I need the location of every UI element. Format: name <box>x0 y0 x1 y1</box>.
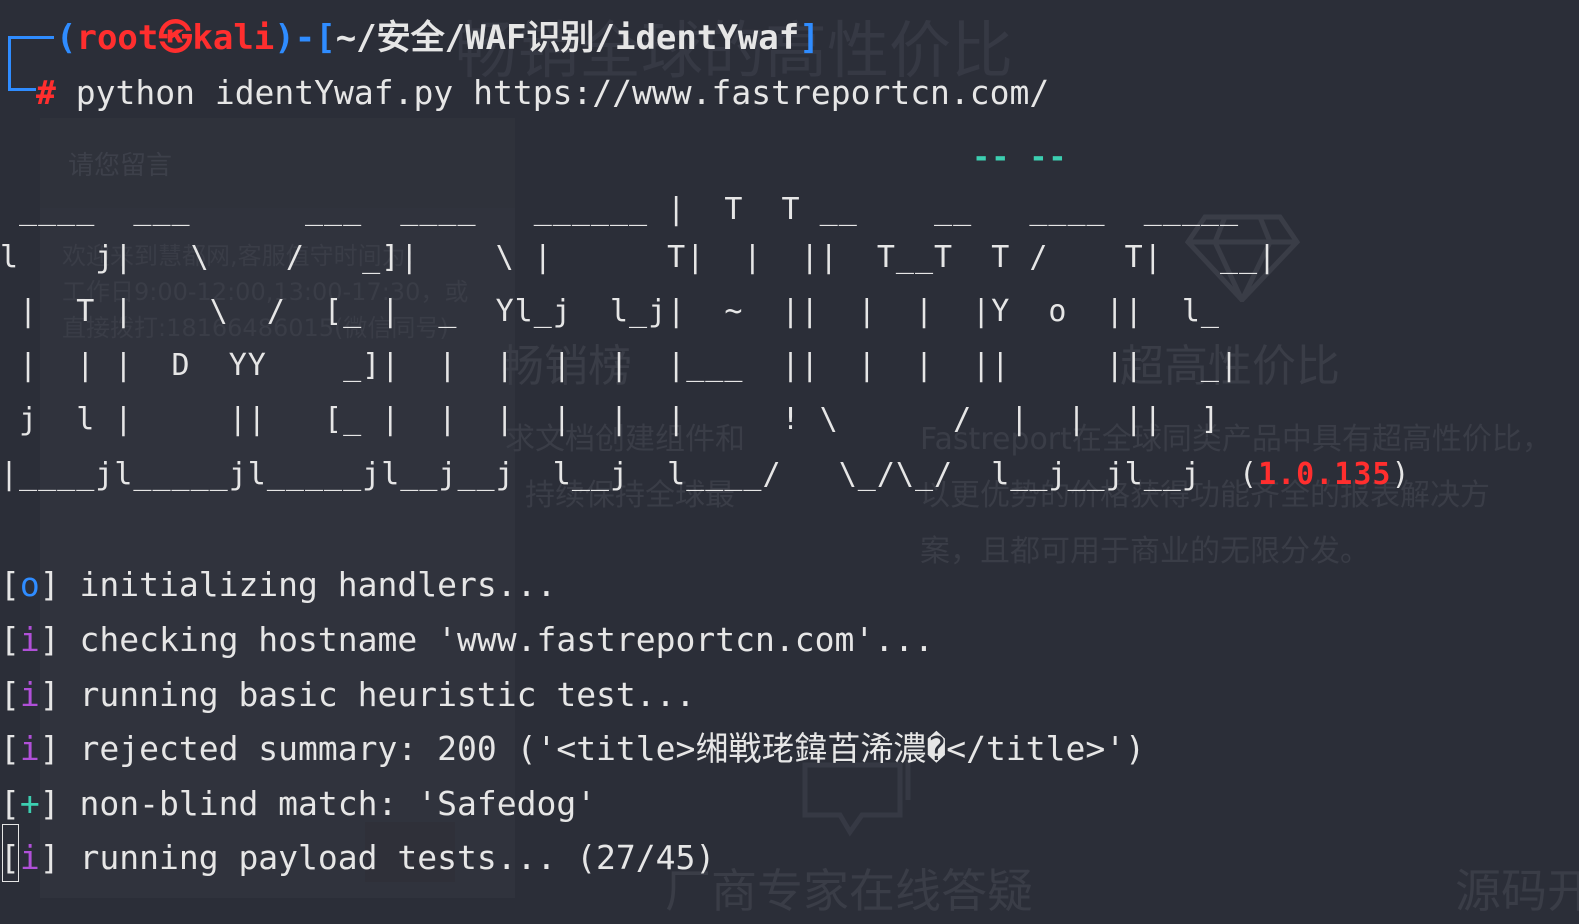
log-message: initializing handlers... <box>79 565 557 604</box>
prompt-command-line: # python identYwaf.py https://www.fastre… <box>36 73 1049 113</box>
log-line: [+] non-blind match: 'Safedog' <box>0 784 597 823</box>
prompt-command: python identYwaf.py https://www.fastrepo… <box>75 73 1050 112</box>
log-tag: i <box>19 620 40 659</box>
log-tag: + <box>19 784 40 823</box>
log-line: [o] initializing handlers... <box>0 565 557 604</box>
terminal[interactable]: (root㉿kali)-[~/安全/WAF识别/identYwaf] # pyt… <box>0 0 1579 924</box>
log-tag: i <box>19 838 40 877</box>
log-tag: i <box>19 729 40 768</box>
banner-line: ____ ___ ___ ____ ______ | T T __ __ ___… <box>0 192 1239 227</box>
prompt-at-icon: ㉿ <box>158 18 193 58</box>
log-line: [i] running payload tests... (27/45) <box>0 838 716 877</box>
log-message: rejected summary: 200 ('<title>缃戦珯鍏苩浠濃�<… <box>79 729 1145 768</box>
log-line: [i] rejected summary: 200 ('<title>缃戦珯鍏苩… <box>0 729 1145 768</box>
banner-line: -- -- <box>0 140 1068 175</box>
version-label: 1.0.135 <box>1258 457 1392 492</box>
log-message: running basic heuristic test... <box>79 675 696 714</box>
banner-line: |____jl_____jl_____jl__j__j l__j l____/ … <box>0 457 1411 492</box>
banner-line: | T | \ / [_ | _ Yl_j l_j| ~ || | | |Y o… <box>0 294 1220 329</box>
banner-line: l j| \ / _]| \ | T| | || T__T T / T| __| <box>0 240 1278 275</box>
prompt-path: ~/安全/WAF识别/identYwaf <box>335 18 800 58</box>
prompt-symbol: # <box>36 73 56 112</box>
log-message: checking hostname 'www.fastreportcn.com'… <box>79 620 934 659</box>
log-message: running payload tests... (27/45) <box>79 838 716 877</box>
log-tag: i <box>19 675 40 714</box>
prompt-header: (root㉿kali)-[~/安全/WAF识别/identYwaf] <box>56 18 820 58</box>
terminal-cursor <box>2 824 19 882</box>
banner-line: | | | D YY _]| | | | | |___ || | | || ||… <box>0 348 1239 383</box>
log-line: [i] checking hostname 'www.fastreportcn.… <box>0 620 934 659</box>
prompt-host: kali <box>192 18 275 58</box>
log-message: non-blind match: 'Safedog' <box>79 784 597 823</box>
prompt-frame-corner <box>8 88 36 91</box>
log-line: [i] running basic heuristic test... <box>0 675 696 714</box>
log-tag: o <box>19 565 40 604</box>
banner-line: j l | || [_ | | | | | | ! \ / | | || ] <box>0 402 1220 437</box>
banner-line-text: |____jl_____jl_____jl__j__j l__j l____/ … <box>0 457 1259 492</box>
prompt-user: root <box>76 18 159 58</box>
